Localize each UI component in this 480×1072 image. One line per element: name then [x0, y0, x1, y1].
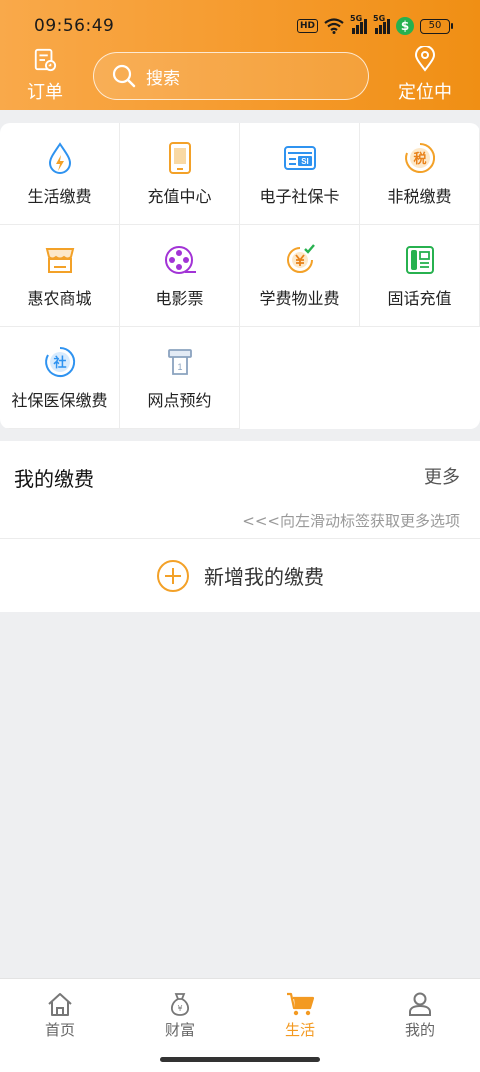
- money-bag-icon: ¥: [170, 993, 190, 1016]
- water-lightning-icon: [48, 142, 71, 174]
- search-icon: [112, 64, 136, 88]
- tab-home[interactable]: 首页: [0, 991, 120, 1040]
- status-icons: HD 5G 5G $ 50: [296, 14, 453, 35]
- more-link[interactable]: 更多: [424, 463, 460, 489]
- location-label: 定位中: [398, 82, 452, 103]
- empty-cell: [240, 327, 360, 429]
- svg-text:SI: SI: [301, 157, 309, 166]
- service-branch-appointment[interactable]: 1 网点预约: [120, 327, 240, 429]
- my-payments-section: 我的缴费 更多 <<<向左滑动标签获取更多选项 新增我的缴费: [0, 441, 480, 612]
- service-label: 固话充值: [387, 289, 452, 308]
- add-payment-label: 新增我的缴费: [204, 565, 324, 589]
- service-label: 社保医保缴费: [11, 391, 108, 410]
- add-payment-button[interactable]: 新增我的缴费: [0, 539, 480, 612]
- my-payments-title: 我的缴费: [14, 467, 94, 491]
- service-movie-tickets[interactable]: 电影票: [120, 225, 240, 327]
- shop-icon: [45, 248, 74, 273]
- service-e-social-security-card[interactable]: SI 电子社保卡: [240, 123, 360, 225]
- service-recharge-center[interactable]: 充值中心: [120, 123, 240, 225]
- service-label: 惠农商城: [27, 289, 92, 308]
- si-card-icon: SI: [283, 146, 316, 170]
- tab-label: 我的: [404, 1021, 435, 1039]
- service-label: 充值中心: [147, 187, 212, 206]
- app-header: 09:56:49 HD 5G 5G $ 50 订单 搜索 定位中: [0, 0, 480, 110]
- queue-ticket-icon: 1: [167, 349, 192, 375]
- search-placeholder: 搜索: [146, 68, 180, 89]
- tab-life[interactable]: 生活: [240, 991, 360, 1040]
- order-button[interactable]: 订单: [22, 48, 68, 104]
- location-button[interactable]: 定位中: [396, 46, 454, 104]
- dollar-badge-icon: $: [396, 17, 414, 35]
- service-utility-payment[interactable]: 生活缴费: [0, 123, 120, 225]
- service-label: 电影票: [155, 289, 204, 308]
- tax-icon: 税: [404, 142, 435, 173]
- location-pin-icon: [414, 46, 436, 72]
- phone-icon: [168, 142, 191, 174]
- service-landline-recharge[interactable]: 固话充值: [360, 225, 480, 327]
- landline-icon: [405, 246, 434, 274]
- service-label: 学费物业费: [259, 289, 340, 308]
- order-label: 订单: [27, 82, 63, 103]
- service-social-medical-insurance[interactable]: 社 社保医保缴费: [0, 327, 120, 429]
- svg-text:¥: ¥: [177, 1004, 182, 1013]
- service-label: 电子社保卡: [259, 187, 340, 206]
- status-time: 09:56:49: [34, 16, 115, 36]
- social-insurance-icon: 社: [44, 346, 75, 377]
- service-label: 网点预约: [147, 391, 212, 410]
- status-bar: 09:56:49 HD 5G 5G $ 50: [0, 0, 480, 52]
- service-grid: 生活缴费 充值中心 SI 电子社保卡 税 非税缴费 惠农商城 电影票 学费物业费…: [0, 123, 480, 429]
- wifi-icon: [324, 18, 344, 34]
- tab-label: 首页: [44, 1021, 75, 1039]
- film-reel-icon: [164, 246, 196, 274]
- signal-icon: 5G: [373, 14, 390, 34]
- swipe-hint: <<<向左滑动标签获取更多选项: [242, 512, 460, 530]
- tab-mine[interactable]: 我的: [360, 991, 480, 1040]
- tab-label: 财富: [164, 1021, 195, 1039]
- service-label: 生活缴费: [27, 187, 92, 206]
- service-non-tax-payment[interactable]: 税 非税缴费: [360, 123, 480, 225]
- svg-text:1: 1: [177, 362, 182, 372]
- yuan-tuition-icon: [286, 244, 315, 273]
- svg-text:社: 社: [52, 355, 66, 371]
- hd-icon: HD: [296, 19, 318, 33]
- tab-wealth[interactable]: ¥ 财富: [120, 991, 240, 1040]
- tab-label: 生活: [284, 1021, 315, 1039]
- service-huinong-mall[interactable]: 惠农商城: [0, 225, 120, 327]
- battery-icon: 50: [420, 18, 453, 34]
- search-input[interactable]: 搜索: [93, 52, 369, 100]
- order-list-icon: [34, 48, 57, 72]
- service-tuition-property-fee[interactable]: 学费物业费: [240, 225, 360, 327]
- svg-text:税: 税: [413, 151, 426, 167]
- user-icon: [409, 992, 431, 1016]
- shopping-cart-icon: [287, 992, 315, 1016]
- service-label: 非税缴费: [387, 187, 452, 206]
- home-icon: [48, 993, 72, 1016]
- plus-circle-icon: [157, 559, 189, 592]
- home-indicator[interactable]: [160, 1057, 320, 1062]
- signal-icon: 5G: [350, 14, 367, 34]
